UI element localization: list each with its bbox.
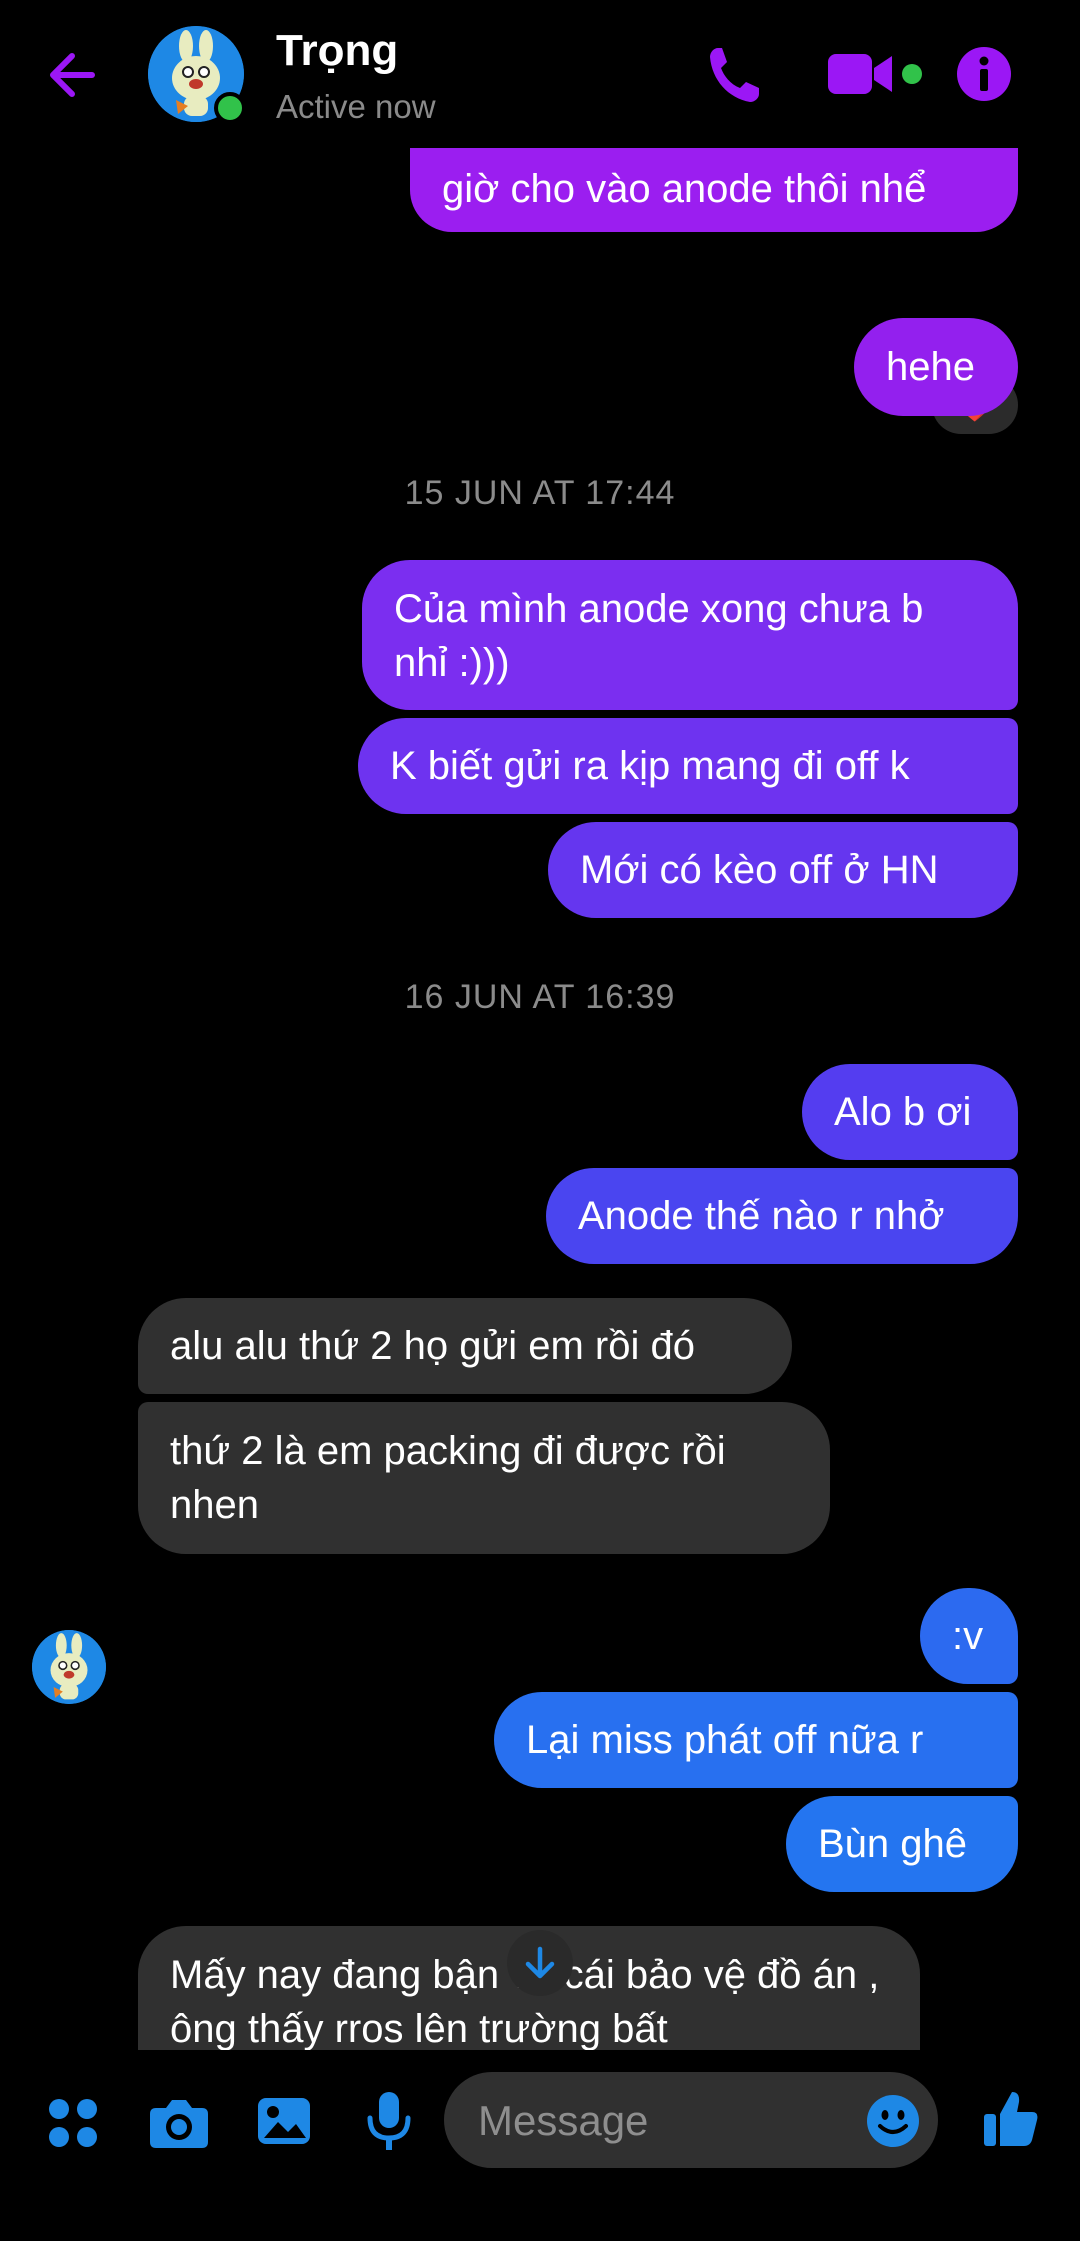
sent-message[interactable]: :v <box>920 1588 1018 1684</box>
online-indicator <box>214 92 246 124</box>
message-input[interactable] <box>476 2072 840 2170</box>
info-icon[interactable] <box>956 46 1012 102</box>
sent-message[interactable]: Anode thế nào r nhở <box>546 1168 1018 1264</box>
contact-status: Active now <box>276 88 436 125</box>
apps-grid-icon[interactable] <box>46 2096 100 2150</box>
contact-name[interactable]: Trọng <box>276 26 398 76</box>
gallery-image-icon[interactable] <box>256 2094 312 2148</box>
conversation-header: Trọng Active now <box>0 0 1080 148</box>
sent-message[interactable]: Lại miss phát off nữa r <box>494 1692 1018 1788</box>
contact-avatar[interactable] <box>148 26 246 124</box>
camera-icon[interactable] <box>148 2096 210 2150</box>
sent-message[interactable]: giờ cho vào anode thôi nhể <box>410 148 1018 232</box>
sent-message[interactable]: hehe <box>854 318 1018 416</box>
sent-message[interactable]: Mới có kèo off ở HN <box>548 822 1018 918</box>
received-message[interactable]: alu alu thứ 2 họ gửi em rồi đó <box>138 1298 792 1394</box>
rabbit-avatar-icon <box>32 1630 106 1704</box>
message-field[interactable] <box>444 2072 938 2170</box>
video-active-indicator <box>902 64 922 84</box>
timestamp-divider: 15 JUN AT 17:44 <box>404 474 676 512</box>
phone-call-icon[interactable] <box>704 40 764 110</box>
sent-message[interactable]: Của mình anode xong chưa b nhỉ :))) <box>362 560 1018 710</box>
message-composer <box>0 2050 1080 2241</box>
message-list[interactable]: giờ cho vào anode thôi nhể ❤️ hehe 15 JU… <box>0 148 1080 2050</box>
video-call-icon[interactable] <box>826 50 898 98</box>
back-arrow-icon[interactable] <box>40 40 110 110</box>
emoji-icon[interactable] <box>866 2094 920 2148</box>
timestamp-divider: 16 JUN AT 16:39 <box>404 978 676 1016</box>
received-message[interactable]: thứ 2 là em packing đi được rồi nhen <box>138 1402 830 1554</box>
sender-avatar[interactable] <box>32 1630 106 1704</box>
sent-message[interactable]: Alo b ơi <box>802 1064 1018 1160</box>
thumbs-up-icon[interactable] <box>982 2088 1040 2150</box>
arrow-down-icon <box>525 1946 555 1979</box>
scroll-to-bottom-button[interactable] <box>507 1930 573 1996</box>
sent-message[interactable]: Bùn ghê <box>786 1796 1018 1892</box>
microphone-icon[interactable] <box>364 2090 414 2152</box>
sent-message[interactable]: K biết gửi ra kịp mang đi off k <box>358 718 1018 814</box>
